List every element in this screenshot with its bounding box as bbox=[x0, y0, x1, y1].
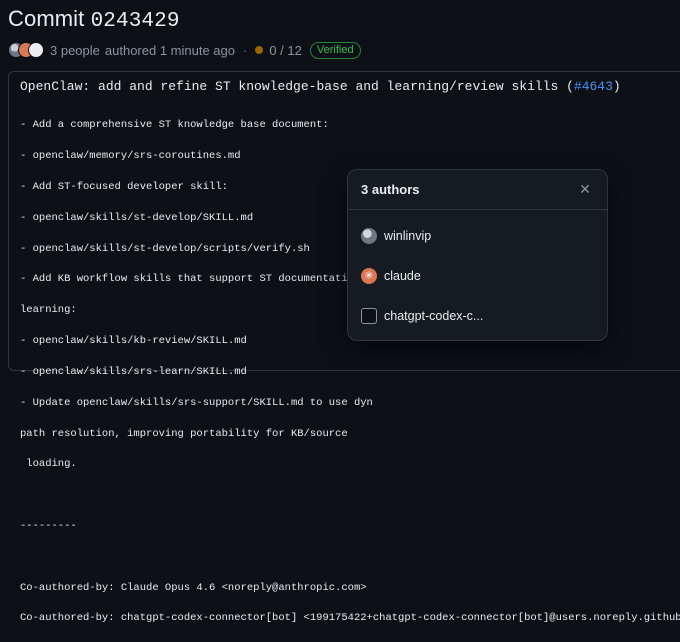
author-name: claude bbox=[384, 269, 421, 283]
meta-separator: · bbox=[243, 42, 248, 58]
message-line bbox=[20, 550, 680, 565]
author-item-chatgpt-codex[interactable]: chatgpt-codex-c... bbox=[361, 306, 483, 326]
commit-title: Commit 0243429 bbox=[8, 6, 180, 33]
message-line: - Update openclaw/skills/srs-support/SKI… bbox=[20, 396, 373, 409]
author-name: chatgpt-codex-c... bbox=[384, 309, 484, 323]
pr-link[interactable]: #4643 bbox=[574, 79, 613, 94]
verified-badge[interactable]: Verified bbox=[309, 41, 361, 59]
commit-message-title: OpenClaw: add and refine ST knowledge-ba… bbox=[20, 79, 621, 94]
commit-title-prefix: Commit bbox=[8, 6, 85, 31]
popover-header: 3 authors ✕ bbox=[348, 170, 607, 210]
avatar bbox=[28, 42, 44, 58]
message-line: - openclaw/skills/srs-learn/SKILL.md bbox=[20, 365, 247, 378]
checks-count[interactable]: 0 / 12 bbox=[269, 43, 302, 58]
author-item-winlinvip[interactable]: winlinvip bbox=[361, 226, 431, 246]
message-line: Co-authored-by: chatgpt-codex-connector[… bbox=[20, 612, 680, 625]
popover-title: 3 authors bbox=[361, 182, 420, 197]
bot-avatar-icon bbox=[361, 308, 377, 324]
people-count-link[interactable]: 3 people bbox=[50, 43, 100, 58]
commit-meta: 3 people authored 1 minute ago · 0 / 12 … bbox=[8, 40, 361, 60]
message-line: - Add a comprehensive ST knowledge base … bbox=[20, 119, 329, 132]
authors-popover: 3 authors ✕ winlinvip claude chatgpt-cod… bbox=[347, 169, 608, 341]
claude-avatar-icon bbox=[361, 268, 377, 284]
avatar bbox=[361, 228, 377, 244]
message-line bbox=[20, 488, 680, 503]
authored-time: authored 1 minute ago bbox=[104, 42, 235, 58]
close-icon[interactable]: ✕ bbox=[577, 181, 593, 198]
message-line: --------- bbox=[20, 519, 77, 532]
message-line: - openclaw/memory/srs-coroutines.md bbox=[20, 150, 241, 163]
author-avatars[interactable] bbox=[8, 42, 44, 58]
message-line: Co-authored-by: Claude Opus 4.6 <noreply… bbox=[20, 581, 367, 594]
message-line: loading. bbox=[20, 458, 77, 471]
commit-sha: 0243429 bbox=[90, 10, 180, 33]
commit-message-title-end: ) bbox=[612, 79, 621, 94]
commit-message-title-text: OpenClaw: add and refine ST knowledge-ba… bbox=[20, 79, 574, 94]
author-item-claude[interactable]: claude bbox=[361, 266, 421, 286]
message-line: path resolution, improving portability f… bbox=[20, 427, 348, 440]
author-name: winlinvip bbox=[384, 229, 432, 243]
checks-status-icon[interactable] bbox=[255, 46, 264, 54]
